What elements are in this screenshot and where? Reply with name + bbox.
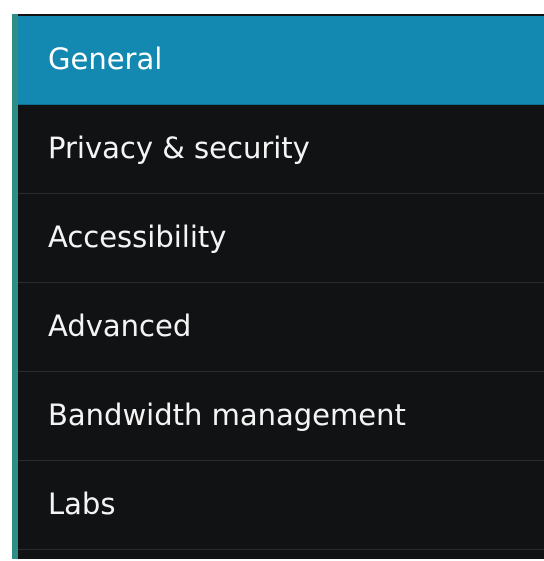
settings-menu: General Privacy & security Accessibility… xyxy=(18,16,544,559)
menu-item-label: General xyxy=(48,41,163,76)
menu-item-label: Labs xyxy=(48,486,116,521)
menu-item-general[interactable]: General xyxy=(18,16,544,105)
menu-item-label: Advanced xyxy=(48,308,192,343)
menu-item-advanced[interactable]: Advanced xyxy=(18,283,544,372)
menu-item-accessibility[interactable]: Accessibility xyxy=(18,194,544,283)
menu-item-label: Bandwidth management xyxy=(48,397,406,432)
menu-item-label: Privacy & security xyxy=(48,130,310,165)
menu-item-bandwidth-management[interactable]: Bandwidth management xyxy=(18,372,544,461)
menu-item-privacy-security[interactable]: Privacy & security xyxy=(18,105,544,194)
menu-item-labs[interactable]: Labs xyxy=(18,461,544,550)
menu-item-label: Accessibility xyxy=(48,219,227,254)
